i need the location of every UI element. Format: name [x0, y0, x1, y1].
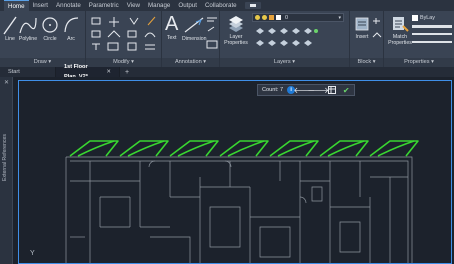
arrow-right-icon[interactable]: 🡒: [307, 85, 328, 95]
tab-view[interactable]: View: [123, 0, 144, 11]
floor-plan-drawing[interactable]: [0, 77, 454, 264]
insert-block-icon: [355, 17, 369, 31]
dimension-icon: [184, 17, 204, 33]
count-value: 7: [280, 87, 284, 93]
color-swatch-icon: [412, 15, 418, 21]
close-icon[interactable]: ✕: [106, 67, 111, 77]
circle-tool[interactable]: Circle: [41, 14, 59, 42]
document-tabs: Start 1st Floor Plan_V2* ✕ +: [0, 64, 454, 80]
current-layer-value: 0: [285, 14, 289, 21]
properties-panel-title-text: Properties: [404, 59, 430, 65]
dimension-tool[interactable]: Dimension: [182, 14, 207, 42]
match-properties-label: Match Properties: [388, 34, 412, 46]
count-toolbar: Count: 7 i 🡐 🡒 ✔: [257, 84, 355, 96]
block-panel: Insert Block ▾: [350, 11, 384, 67]
lightbulb-icon: [255, 15, 260, 20]
draw-panel-title-text: Draw: [33, 59, 47, 65]
close-icon[interactable]: ✕: [3, 80, 10, 87]
layers-panel: Layer Properties 0 ▾ Layers ▾: [220, 11, 350, 67]
transparency-dropdown[interactable]: [412, 41, 452, 43]
block-panel-title[interactable]: Block ▾: [350, 58, 383, 67]
polyline-label: Polyline: [18, 36, 38, 42]
layer-properties-tool[interactable]: Layer Properties: [223, 14, 249, 46]
tab-collaborate[interactable]: Collaborate: [201, 0, 241, 11]
properties-panel: Match Properties ByLay Properties ▾: [384, 11, 454, 67]
tab-manage[interactable]: Manage: [144, 0, 174, 11]
line-tool[interactable]: Line: [3, 14, 17, 42]
arc-tool[interactable]: Arc: [62, 14, 80, 42]
tab-parametric[interactable]: Parametric: [85, 0, 123, 11]
match-properties-tool[interactable]: Match Properties: [387, 14, 413, 46]
text-tool[interactable]: A Text: [165, 13, 178, 41]
layer-tools-icon[interactable]: [254, 25, 320, 51]
arc-label: Arc: [67, 36, 75, 42]
chevron-down-icon: ▾: [338, 14, 341, 21]
new-tab-icon[interactable]: +: [120, 69, 134, 76]
layer-dropdown[interactable]: 0 ▾: [252, 13, 344, 22]
block-panel-title-text: Block: [357, 59, 372, 65]
text-icon: A: [165, 13, 179, 35]
lineweight-dropdown[interactable]: [412, 25, 452, 28]
color-swatch-icon: [276, 15, 281, 20]
tab-start-label: Start: [8, 69, 20, 75]
layer-stack-icon: [229, 16, 243, 32]
linetype-dropdown[interactable]: [412, 33, 452, 35]
annotation-panel: A Text Dimension Annotation ▾: [162, 11, 220, 67]
arc-icon: [64, 17, 79, 33]
tab-output[interactable]: Output: [174, 0, 201, 11]
layers-panel-title-text: Layers: [273, 59, 291, 65]
menu-bar: Home Insert Annotate Parametric View Man…: [0, 0, 454, 11]
properties-panel-title[interactable]: Properties ▾: [384, 58, 454, 67]
tab-drawing[interactable]: 1st Floor Plan_V2* ✕: [56, 64, 120, 80]
count-table-icon[interactable]: [327, 85, 337, 95]
annotation-panel-title[interactable]: Annotation ▾: [162, 58, 219, 67]
insert-label: Insert: [355, 34, 369, 40]
lock-icon: [269, 15, 274, 20]
count-label: Count: 7: [262, 87, 283, 93]
draw-panel: Line Polyline Circle Arc Draw ▾: [0, 11, 86, 67]
bylayer-value: ByLay: [420, 15, 435, 21]
block-tools-icon[interactable]: [372, 17, 382, 51]
external-references-label: External References: [2, 134, 8, 182]
match-properties-icon: [393, 17, 409, 32]
sun-icon: [262, 15, 267, 20]
leader-table-icons[interactable]: [206, 15, 218, 51]
ucs-icon: Y: [30, 250, 35, 257]
polyline-tool[interactable]: Polyline: [18, 14, 38, 42]
line-label: Line: [5, 36, 15, 42]
tab-start[interactable]: Start: [0, 67, 56, 77]
tab-home[interactable]: Home: [4, 0, 29, 11]
dimension-label: Dimension: [182, 36, 207, 42]
annotation-panel-title-text: Annotation: [174, 59, 202, 65]
check-icon[interactable]: ✔: [341, 85, 351, 95]
count-label-text: Count:: [262, 87, 279, 93]
ribbon: Line Polyline Circle Arc Draw ▾ Modify ▾…: [0, 11, 454, 67]
line-icon: [3, 16, 17, 35]
circle-icon: [42, 17, 58, 33]
highlighted-blocks[interactable]: [69, 140, 419, 157]
layer-properties-label: Layer Properties: [224, 34, 248, 46]
modify-panel-title-text: Modify: [113, 59, 130, 65]
text-label: Text: [166, 35, 177, 41]
modify-tools-icon[interactable]: [90, 15, 158, 53]
more-tabs-icon[interactable]: [244, 2, 261, 9]
insert-tool[interactable]: Insert: [353, 14, 371, 40]
circle-label: Circle: [43, 36, 57, 42]
color-dropdown[interactable]: ByLay: [412, 14, 452, 22]
tab-insert[interactable]: Insert: [29, 0, 52, 11]
tab-annotate[interactable]: Annotate: [52, 0, 85, 11]
layers-panel-title[interactable]: Layers ▾: [220, 58, 349, 67]
modify-panel: Modify ▾: [86, 11, 162, 67]
polyline-icon: [19, 17, 37, 34]
